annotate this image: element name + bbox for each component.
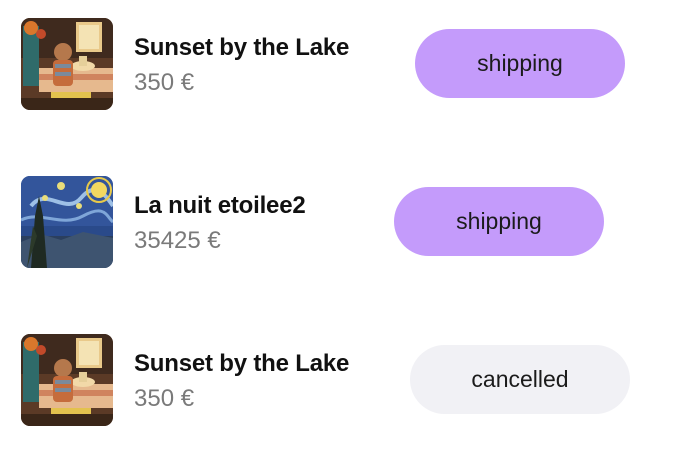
artwork-thumbnail[interactable] bbox=[21, 334, 113, 426]
artwork-thumbnail[interactable] bbox=[21, 18, 113, 110]
artwork-price: 350 € bbox=[134, 69, 195, 96]
status-badge[interactable]: shipping bbox=[415, 29, 625, 98]
status-badge[interactable]: shipping bbox=[394, 187, 604, 256]
status-badge[interactable]: cancelled bbox=[410, 345, 630, 414]
artwork-title: La nuit etoilee2 bbox=[134, 192, 306, 219]
order-row[interactable]: Sunset by the Lake 350 € shipping bbox=[0, 18, 674, 110]
order-row[interactable]: La nuit etoilee2 35425 € shipping bbox=[0, 176, 674, 268]
order-row[interactable]: Sunset by the Lake 350 € cancelled bbox=[0, 334, 674, 426]
artwork-thumbnail[interactable] bbox=[21, 176, 113, 268]
artwork-price: 35425 € bbox=[134, 227, 221, 254]
artwork-price: 350 € bbox=[134, 385, 195, 412]
artwork-title: Sunset by the Lake bbox=[134, 34, 350, 61]
order-list: Sunset by the Lake 350 € shipping La nui… bbox=[0, 0, 674, 450]
artwork-title: Sunset by the Lake bbox=[134, 350, 350, 377]
